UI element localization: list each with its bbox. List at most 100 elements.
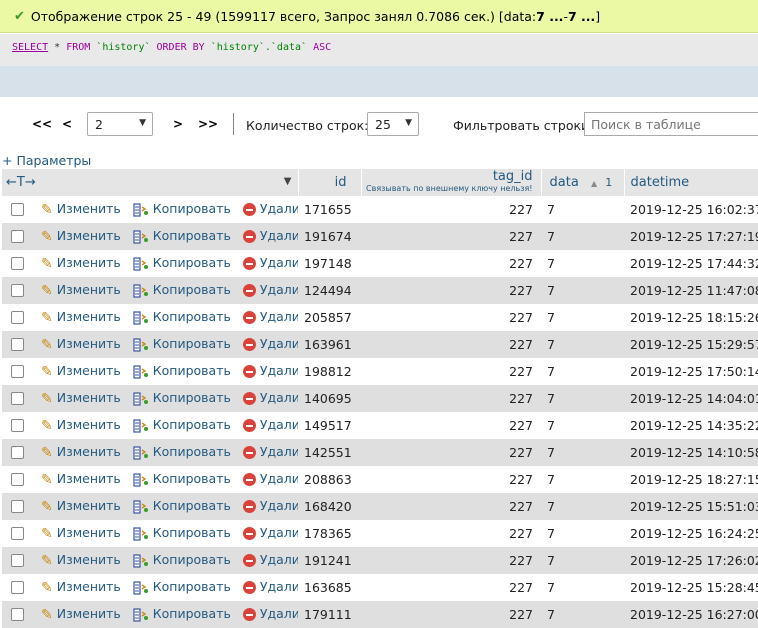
cell-datetime[interactable]: 2019-12-25 17:26:02 [624, 547, 758, 574]
edit-button[interactable]: ✎ Изменить [41, 282, 121, 299]
copy-button[interactable]: Копировать [133, 498, 231, 514]
cell-id[interactable]: 179111 [298, 601, 361, 628]
edit-button[interactable]: ✎ Изменить [41, 309, 121, 326]
cell-datetime[interactable]: 2019-12-25 14:10:58 [624, 439, 758, 466]
menu-triangle-icon[interactable]: ▼ [284, 176, 292, 187]
cell-datetime[interactable]: 2019-12-25 17:44:32 [624, 250, 758, 277]
cell-datetime[interactable]: 2019-12-25 14:35:22 [624, 412, 758, 439]
cell-data[interactable]: 7 [541, 439, 624, 466]
header-tag-id[interactable]: tag_id Связывать по внешнему ключу нельз… [360, 169, 541, 196]
cell-data[interactable]: 7 [541, 304, 624, 331]
edit-button[interactable]: ✎ Изменить [41, 579, 121, 596]
row-checkbox[interactable] [11, 527, 24, 541]
row-checkbox[interactable] [11, 284, 24, 298]
cell-data[interactable]: 7 [541, 493, 624, 520]
copy-button[interactable]: Копировать [133, 606, 231, 622]
page-select[interactable]: 2 ▼ [87, 112, 153, 136]
cell-id[interactable]: 149517 [298, 412, 361, 439]
row-checkbox[interactable] [11, 500, 24, 514]
cell-tag-id[interactable]: 227 [361, 304, 541, 331]
row-checkbox[interactable] [11, 230, 24, 244]
next-page-button[interactable]: > [173, 117, 183, 131]
row-checkbox[interactable] [11, 608, 24, 622]
cell-tag-id[interactable]: 227 [361, 277, 541, 304]
cell-datetime[interactable]: 2019-12-25 18:15:26 [624, 304, 758, 331]
cell-tag-id[interactable]: 227 [361, 493, 541, 520]
edit-button[interactable]: ✎ Изменить [41, 552, 121, 569]
cell-tag-id[interactable]: 227 [361, 439, 541, 466]
copy-button[interactable]: Копировать [133, 282, 231, 298]
delete-button[interactable]: Удалить [242, 363, 298, 379]
delete-button[interactable]: Удалить [242, 579, 298, 595]
delete-button[interactable]: Удалить [242, 606, 298, 622]
cell-tag-id[interactable]: 227 [361, 385, 541, 412]
cell-datetime[interactable]: 2019-12-25 16:02:37 [624, 196, 758, 223]
cell-id[interactable]: 191241 [298, 547, 361, 574]
header-data[interactable]: data ▲ 1 [540, 169, 624, 196]
edit-button[interactable]: ✎ Изменить [41, 606, 121, 623]
row-checkbox[interactable] [11, 338, 24, 352]
delete-button[interactable]: Удалить [242, 471, 298, 487]
delete-button[interactable]: Удалить [242, 444, 298, 460]
cell-data[interactable]: 7 [541, 466, 624, 493]
header-datetime[interactable]: datetime [623, 169, 758, 196]
copy-button[interactable]: Копировать [133, 444, 231, 460]
cell-id[interactable]: 208863 [298, 466, 361, 493]
cell-tag-id[interactable]: 227 [361, 466, 541, 493]
copy-button[interactable]: Копировать [133, 336, 231, 352]
cell-id[interactable]: 140695 [298, 385, 361, 412]
edit-button[interactable]: ✎ Изменить [41, 471, 121, 488]
row-checkbox[interactable] [11, 554, 24, 568]
row-checkbox[interactable] [11, 365, 24, 379]
cell-tag-id[interactable]: 227 [361, 412, 541, 439]
row-checkbox[interactable] [11, 203, 24, 217]
cell-id[interactable]: 191674 [298, 223, 361, 250]
cell-id[interactable]: 205857 [298, 304, 361, 331]
cell-datetime[interactable]: 2019-12-25 15:28:45 [624, 574, 758, 601]
copy-button[interactable]: Копировать [133, 201, 231, 217]
row-checkbox[interactable] [11, 419, 24, 433]
cell-data[interactable]: 7 [541, 250, 624, 277]
cell-id[interactable]: 197148 [298, 250, 361, 277]
cell-id[interactable]: 171655 [298, 196, 361, 223]
copy-button[interactable]: Копировать [133, 309, 231, 325]
cell-tag-id[interactable]: 227 [361, 520, 541, 547]
cell-data[interactable]: 7 [541, 601, 624, 628]
cell-datetime[interactable]: 2019-12-25 11:47:08 [624, 277, 758, 304]
options-link[interactable]: + Параметры [2, 153, 91, 168]
cell-data[interactable]: 7 [541, 358, 624, 385]
delete-button[interactable]: Удалить [242, 336, 298, 352]
delete-button[interactable]: Удалить [242, 228, 298, 244]
cell-datetime[interactable]: 2019-12-25 15:29:57 [624, 331, 758, 358]
edit-button[interactable]: ✎ Изменить [41, 444, 121, 461]
edit-button[interactable]: ✎ Изменить [41, 363, 121, 380]
copy-button[interactable]: Копировать [133, 552, 231, 568]
copy-button[interactable]: Копировать [133, 390, 231, 406]
edit-button[interactable]: ✎ Изменить [41, 201, 121, 218]
sql-select-keyword[interactable]: SELECT [12, 42, 48, 53]
delete-button[interactable]: Удалить [242, 255, 298, 271]
copy-button[interactable]: Копировать [133, 525, 231, 541]
edit-button[interactable]: ✎ Изменить [41, 228, 121, 245]
copy-button[interactable]: Копировать [133, 363, 231, 379]
copy-button[interactable]: Копировать [133, 471, 231, 487]
cell-datetime[interactable]: 2019-12-25 18:27:15 [624, 466, 758, 493]
edit-button[interactable]: ✎ Изменить [41, 498, 121, 515]
cell-tag-id[interactable]: 227 [361, 601, 541, 628]
cell-tag-id[interactable]: 227 [361, 574, 541, 601]
row-checkbox[interactable] [11, 446, 24, 460]
row-checkbox[interactable] [11, 473, 24, 487]
cell-tag-id[interactable]: 227 [361, 196, 541, 223]
cell-data[interactable]: 7 [541, 547, 624, 574]
last-page-button[interactable]: >> [198, 117, 218, 131]
cell-id[interactable]: 168420 [298, 493, 361, 520]
cell-datetime[interactable]: 2019-12-25 16:24:25 [624, 520, 758, 547]
delete-button[interactable]: Удалить [242, 201, 298, 217]
delete-button[interactable]: Удалить [242, 309, 298, 325]
cell-tag-id[interactable]: 227 [361, 358, 541, 385]
prev-page-button[interactable]: < [62, 117, 72, 131]
cell-tag-id[interactable]: 227 [361, 331, 541, 358]
cell-data[interactable]: 7 [541, 277, 624, 304]
cell-data[interactable]: 7 [541, 331, 624, 358]
cell-id[interactable]: 163961 [298, 331, 361, 358]
